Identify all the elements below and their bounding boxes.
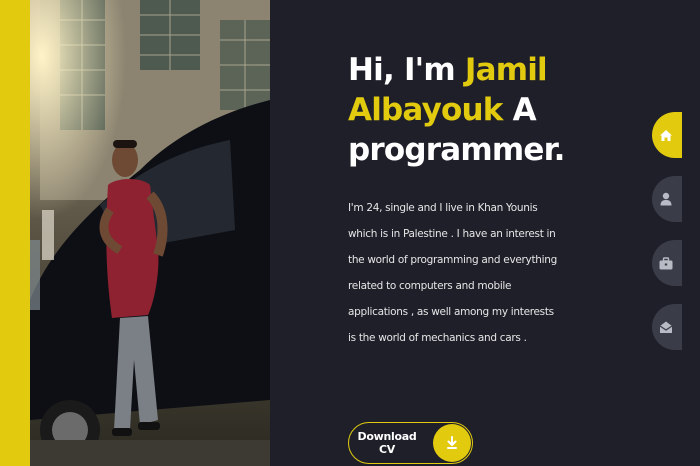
role-text: programmer.: [348, 132, 565, 168]
bio-paragraph: I'm 24, single and I live in Khan Younis…: [348, 202, 557, 344]
last-name: Albayouk: [348, 92, 503, 128]
profile-photo: [30, 0, 270, 466]
download-cv-button[interactable]: Download CV: [348, 422, 473, 464]
page: Hi, I'm Jamil Albayouk A programmer. I'm…: [0, 0, 700, 466]
headline-line-2: Albayouk A: [348, 90, 598, 130]
nav-item-portfolio[interactable]: [652, 240, 682, 286]
first-name: Jamil: [464, 52, 548, 88]
headline-line-1: Hi, I'm Jamil: [348, 50, 598, 90]
side-nav: [652, 112, 682, 368]
greeting-text: Hi, I'm: [348, 52, 456, 88]
download-icon: [433, 424, 471, 462]
home-icon: [659, 129, 673, 142]
hero-headline: Hi, I'm Jamil Albayouk A programmer.: [348, 50, 598, 170]
accent-stripe: [0, 0, 30, 466]
intro-section: Hi, I'm Jamil Albayouk A programmer. I'm…: [348, 50, 598, 351]
briefcase-icon: [659, 256, 673, 270]
role-prefix: A: [512, 92, 537, 128]
envelope-open-icon: [659, 320, 673, 334]
nav-item-home[interactable]: [652, 112, 682, 158]
nav-item-contact[interactable]: [652, 304, 682, 350]
nav-item-about[interactable]: [652, 176, 682, 222]
user-icon: [660, 192, 672, 206]
download-cv-label: Download CV: [357, 430, 417, 456]
